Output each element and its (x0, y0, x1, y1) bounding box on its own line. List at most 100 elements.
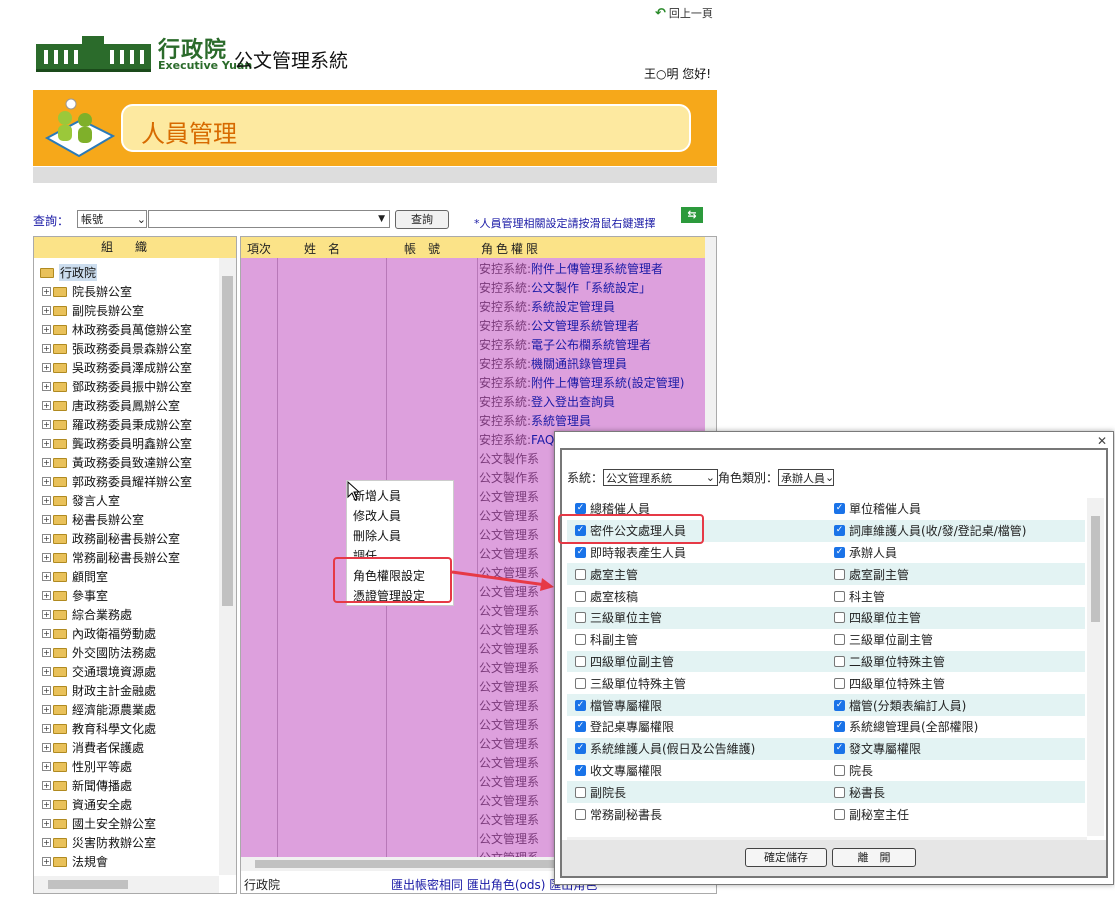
role-option[interactable]: 四級單位主管 (826, 607, 1085, 629)
tree-item[interactable]: + 龔政務委員明鑫辦公室 (34, 434, 219, 453)
checkbox[interactable] (834, 612, 845, 624)
checkbox[interactable] (575, 590, 586, 602)
checkbox[interactable] (834, 568, 845, 580)
tree-item[interactable]: + 黃政務委員致達辦公室 (34, 453, 219, 472)
checkbox[interactable]: ✓ (834, 743, 845, 755)
role-option[interactable]: 科主管 (826, 585, 1085, 607)
tree-item[interactable]: + 常務副秘書長辦公室 (34, 548, 219, 567)
role-option[interactable]: 處室主管 (567, 563, 826, 585)
role-option[interactable]: 副院長 (567, 781, 826, 803)
role-option[interactable]: 處室副主管 (826, 563, 1085, 585)
tree-item[interactable]: + 消費者保護處 (34, 738, 219, 757)
role-option[interactable]: ✓ 收文專屬權限 (567, 760, 826, 782)
role-type-select[interactable]: 承辦人員 ⌄ (778, 469, 834, 486)
checkbox[interactable] (575, 568, 586, 580)
expand-plus-icon[interactable]: + (42, 705, 51, 714)
role-option[interactable]: 副秘室主任 (826, 803, 1085, 825)
expand-plus-icon[interactable]: + (42, 439, 51, 448)
menu-transfer[interactable]: 調任 (353, 547, 377, 557)
expand-plus-icon[interactable]: + (42, 515, 51, 524)
checkbox[interactable]: ✓ (575, 721, 586, 733)
checkbox[interactable] (575, 655, 586, 667)
tree-item[interactable]: + 顧問室 (34, 567, 219, 586)
role-option[interactable]: ✓ 系統總管理員(全部權限) (826, 716, 1085, 738)
tree-item[interactable]: + 災害防救辦公室 (34, 833, 219, 852)
expand-plus-icon[interactable]: + (42, 363, 51, 372)
checkbox[interactable]: ✓ (834, 503, 845, 515)
expand-plus-icon[interactable]: + (42, 743, 51, 752)
role-option[interactable]: 四級單位副主管 (567, 651, 826, 673)
org-vertical-scrollbar[interactable] (219, 258, 236, 875)
tree-item[interactable]: + 院長辦公室 (34, 282, 219, 301)
expand-plus-icon[interactable]: + (42, 686, 51, 695)
checkbox[interactable]: ✓ (834, 721, 845, 733)
expand-icon[interactable]: ⇆ (681, 207, 703, 223)
checkbox[interactable]: ✓ (575, 764, 586, 776)
checkbox[interactable] (834, 808, 845, 820)
tree-item[interactable]: + 財政主計金融處 (34, 681, 219, 700)
expand-plus-icon[interactable]: + (42, 477, 51, 486)
role-option[interactable]: 三級單位特殊主管 (567, 672, 826, 694)
role-option[interactable]: 三級單位副主管 (826, 629, 1085, 651)
expand-plus-icon[interactable]: + (42, 496, 51, 505)
checkbox[interactable]: ✓ (575, 699, 586, 711)
tree-item[interactable]: + 經濟能源農業處 (34, 700, 219, 719)
role-option[interactable]: 三級單位主管 (567, 607, 826, 629)
checkbox[interactable]: ✓ (575, 743, 586, 755)
back-link[interactable]: ↶ 回上一頁 (655, 5, 713, 21)
expand-plus-icon[interactable]: + (42, 287, 51, 296)
role-option[interactable]: 四級單位特殊主管 (826, 672, 1085, 694)
expand-plus-icon[interactable]: + (42, 724, 51, 733)
role-option[interactable]: 科副主管 (567, 629, 826, 651)
leave-button[interactable]: 離 開 (832, 848, 916, 867)
expand-plus-icon[interactable]: + (42, 857, 51, 866)
expand-plus-icon[interactable]: + (42, 572, 51, 581)
tree-item[interactable]: + 唐政務委員鳳辦公室 (34, 396, 219, 415)
tree-item[interactable]: + 法規會 (34, 852, 219, 871)
expand-plus-icon[interactable]: + (42, 534, 51, 543)
org-horizontal-scrollbar[interactable] (34, 876, 219, 893)
confirm-save-button[interactable]: 確定儲存 (745, 848, 827, 867)
role-option[interactable]: ✓ 發文專屬權限 (826, 738, 1085, 760)
tree-item[interactable]: + 性別平等處 (34, 757, 219, 776)
role-option[interactable]: 常務副秘書長 (567, 803, 826, 825)
checkbox[interactable] (575, 634, 586, 646)
role-option[interactable]: ✓ 檔管專屬權限 (567, 694, 826, 716)
tree-item[interactable]: + 秘書長辦公室 (34, 510, 219, 529)
expand-plus-icon[interactable]: + (42, 306, 51, 315)
checkbox[interactable] (834, 677, 845, 689)
role-option[interactable]: 二級單位特殊主管 (826, 651, 1085, 673)
tree-item[interactable]: + 交通環境資源處 (34, 662, 219, 681)
expand-plus-icon[interactable]: + (42, 648, 51, 657)
checkbox[interactable] (575, 612, 586, 624)
tree-item[interactable]: + 綜合業務處 (34, 605, 219, 624)
tree-item[interactable]: + 教育科學文化處 (34, 719, 219, 738)
dialog-vertical-scrollbar[interactable] (1087, 498, 1104, 836)
tree-item[interactable]: + 外交國防法務處 (34, 643, 219, 662)
checkbox[interactable] (834, 786, 845, 798)
expand-plus-icon[interactable]: + (42, 800, 51, 809)
expand-plus-icon[interactable]: + (42, 762, 51, 771)
expand-plus-icon[interactable]: + (42, 591, 51, 600)
expand-plus-icon[interactable]: + (42, 610, 51, 619)
expand-plus-icon[interactable]: + (42, 838, 51, 847)
role-option[interactable]: ✓ 登記桌專屬權限 (567, 716, 826, 738)
search-input[interactable]: ▼ (148, 210, 390, 228)
expand-plus-icon[interactable]: + (42, 325, 51, 334)
role-option[interactable]: ✓ 系統維護人員(假日及公告維護) (567, 738, 826, 760)
checkbox[interactable] (834, 634, 845, 646)
checkbox[interactable] (834, 590, 845, 602)
expand-plus-icon[interactable]: + (42, 382, 51, 391)
checkbox[interactable]: ✓ (834, 699, 845, 711)
search-field-select[interactable]: 帳號 ⌄ (77, 210, 147, 228)
role-option[interactable]: ✓ 承辦人員 (826, 542, 1085, 564)
role-option[interactable]: ✓ 詞庫維護人員(收/發/登記桌/檔管) (826, 520, 1085, 542)
tree-item[interactable]: + 鄧政務委員振中辦公室 (34, 377, 219, 396)
checkbox[interactable] (575, 808, 586, 820)
tree-item[interactable]: + 內政衛福勞動處 (34, 624, 219, 643)
tree-item[interactable]: + 羅政務委員秉成辦公室 (34, 415, 219, 434)
checkbox[interactable]: ✓ (575, 503, 586, 515)
role-option[interactable]: ✓ 即時報表產生人員 (567, 542, 826, 564)
checkbox[interactable]: ✓ (575, 546, 586, 558)
role-option[interactable]: 處室核稿 (567, 585, 826, 607)
